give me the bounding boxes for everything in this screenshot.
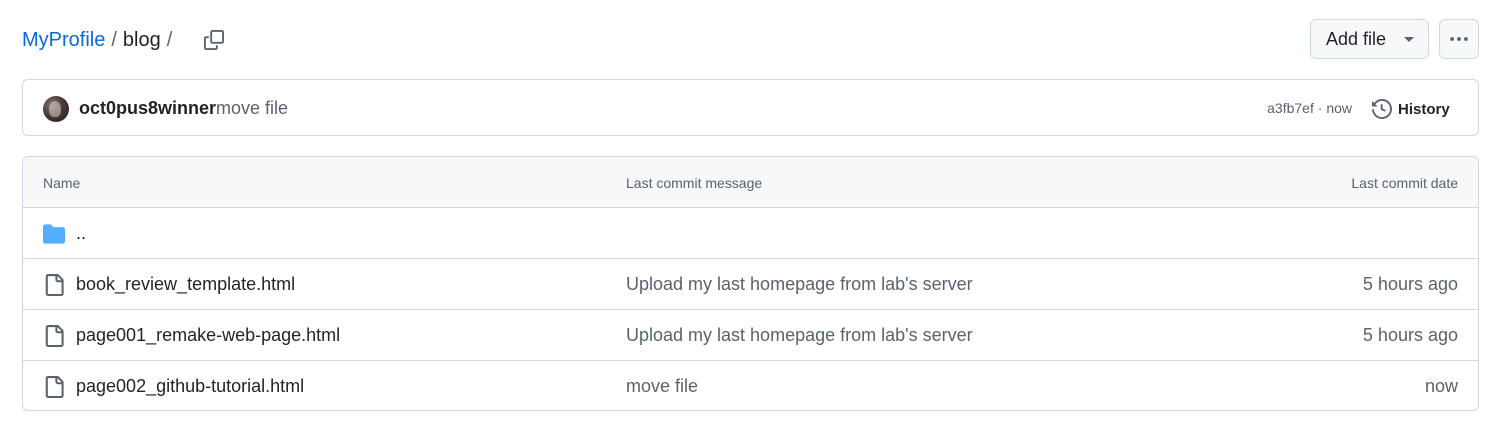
repo-header: MyProfile / blog / Add file — [0, 0, 1498, 80]
breadcrumb: MyProfile / blog / — [22, 27, 178, 53]
file-name-link[interactable]: page001_remake-web-page.html — [76, 325, 340, 346]
commit-hash-link[interactable]: a3fb7ef — [1267, 100, 1314, 116]
file-table: Name Last commit message Last commit dat… — [22, 156, 1479, 411]
column-header-name: Name — [43, 175, 81, 191]
file-icon — [45, 376, 64, 398]
column-header-date: Last commit date — [1351, 175, 1458, 191]
commit-meta-dot: · — [1317, 100, 1323, 116]
copy-icon — [204, 30, 224, 50]
file-commit-message-link[interactable]: Upload my last homepage from lab's serve… — [626, 325, 973, 346]
file-icon — [45, 274, 64, 296]
table-header: Name Last commit message Last commit dat… — [23, 157, 1478, 208]
triangle-down-icon — [1404, 37, 1414, 42]
add-file-label: Add file — [1326, 28, 1387, 49]
column-header-message: Last commit message — [626, 175, 763, 191]
history-label: History — [1398, 100, 1450, 118]
latest-commit-bar: oct0pus8winner move file a3fb7ef · now H… — [22, 79, 1479, 136]
file-commit-message-link[interactable]: Upload my last homepage from lab's serve… — [626, 274, 973, 295]
breadcrumb-current-folder: blog — [122, 29, 161, 51]
commit-author-link[interactable]: oct0pus8winner — [79, 98, 216, 119]
breadcrumb-trailing-separator: / — [166, 29, 173, 51]
more-options-button[interactable] — [1439, 19, 1479, 59]
table-row[interactable]: page002_github-tutorial.html move file n… — [23, 361, 1478, 410]
table-row[interactable]: book_review_template.html Upload my last… — [23, 259, 1478, 310]
file-commit-date: 5 hours ago — [1362, 325, 1458, 345]
parent-directory-row[interactable]: .. — [23, 208, 1478, 259]
file-icon — [45, 325, 64, 347]
kebab-horizontal-icon — [1450, 37, 1468, 41]
copy-path-button[interactable] — [200, 26, 228, 54]
breadcrumb-repo-link[interactable]: MyProfile — [22, 27, 105, 53]
author-avatar[interactable] — [43, 96, 69, 122]
file-commit-message-link[interactable]: move file — [626, 376, 698, 397]
file-name-link[interactable]: page002_github-tutorial.html — [76, 376, 304, 397]
add-file-button[interactable]: Add file — [1310, 19, 1429, 59]
folder-icon — [43, 224, 65, 244]
file-name-link[interactable]: book_review_template.html — [76, 274, 295, 295]
history-icon — [1372, 99, 1392, 119]
history-button[interactable]: History — [1372, 96, 1450, 122]
breadcrumb-separator: / — [111, 29, 117, 51]
file-commit-date: 5 hours ago — [1362, 274, 1458, 294]
file-commit-date: now — [1424, 376, 1458, 396]
commit-meta: a3fb7ef · now — [1267, 100, 1352, 116]
commit-time: now — [1326, 100, 1352, 116]
commit-message-link[interactable]: move file — [216, 98, 288, 119]
table-row[interactable]: page001_remake-web-page.html Upload my l… — [23, 310, 1478, 361]
parent-directory-link[interactable]: .. — [76, 223, 86, 244]
